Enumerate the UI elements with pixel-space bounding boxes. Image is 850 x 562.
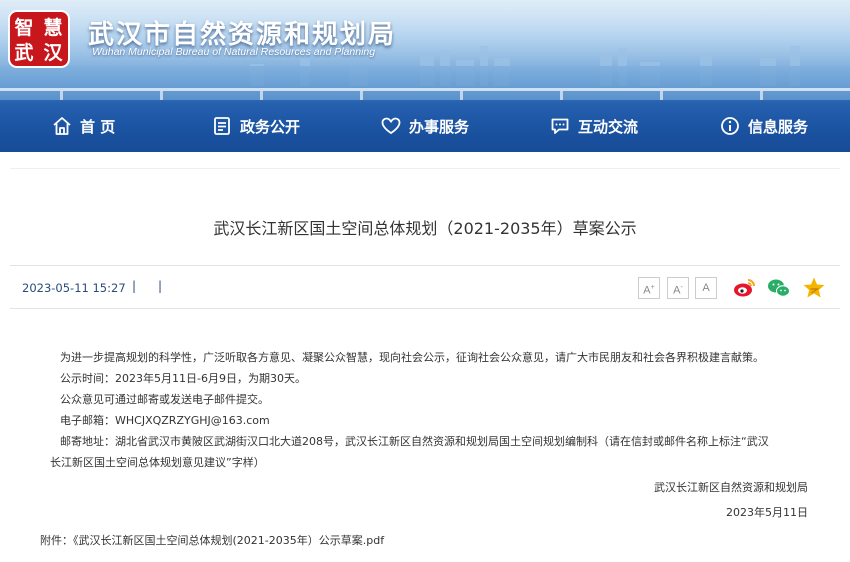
nav-label: 首 页 xyxy=(80,117,116,136)
weibo-icon[interactable] xyxy=(732,275,758,301)
home-icon xyxy=(53,117,71,135)
favorite-star-icon[interactable] xyxy=(801,275,827,301)
nav-item-home[interactable]: 首 页 xyxy=(52,100,115,152)
sign-date: 2023年5月11日 xyxy=(726,506,808,519)
font-size-reset-button[interactable]: A xyxy=(695,277,717,299)
font-size-increase-button[interactable]: A+ xyxy=(638,277,660,299)
paragraph: 公众意见可通过邮寄或发送电子邮件提交。 xyxy=(60,393,269,406)
signature: 武汉长江新区自然资源和规划局 xyxy=(654,481,808,494)
font-button-sup: + xyxy=(650,284,655,291)
article-container: 武汉长江新区国土空间总体规划（2021-2035年）草案公示 2023-05-1… xyxy=(10,168,840,562)
paragraph: 公示时间：2023年5月11日-6月9日，为期30天。 xyxy=(60,372,306,385)
font-size-decrease-button[interactable]: A- xyxy=(667,277,689,299)
article-title: 武汉长江新区国土空间总体规划（2021-2035年）草案公示 xyxy=(213,219,637,238)
meta-separator: | xyxy=(132,279,137,293)
nav-item-services[interactable]: 办事服务 xyxy=(381,100,469,152)
nav-label: 互动交流 xyxy=(578,117,639,136)
font-button-label: A xyxy=(673,284,681,297)
publish-date: 2023-05-11 15:27 xyxy=(22,281,126,295)
nav-item-info-services[interactable]: 信息服务 xyxy=(720,100,808,152)
font-button-label: A xyxy=(702,282,710,294)
paragraph: 为进一步提高规划的科学性，广泛听取各方意见、凝聚公众智慧，现向社会公示，征询社会… xyxy=(60,351,764,364)
chat-icon xyxy=(551,118,569,134)
nav-label: 政务公开 xyxy=(240,117,301,136)
attachment-link[interactable]: 附件：《武汉长江新区国土空间总体规划(2021-2035年）公示草案.pdf xyxy=(40,532,384,548)
site-subtitle: Wuhan Municipal Bureau of Natural Resour… xyxy=(92,46,376,58)
logo-char: 武 xyxy=(14,42,33,64)
heart-hands-icon xyxy=(381,117,401,135)
nav-item-government-affairs[interactable]: 政务公开 xyxy=(212,100,300,152)
logo-char: 智 xyxy=(14,16,33,39)
nav-item-interaction[interactable]: 互动交流 xyxy=(550,100,638,152)
font-button-label: A xyxy=(643,284,651,297)
meta-separator: | xyxy=(158,279,163,293)
paragraph-email: 电子邮箱：WHCJXQZRZYGHJ@163.com xyxy=(60,414,270,427)
wechat-icon[interactable] xyxy=(766,275,792,301)
logo-char: 汉 xyxy=(43,42,63,64)
font-button-sup: - xyxy=(680,284,683,291)
site-header: 智 慧 武 汉 武汉市自然资源和规划局 Wuhan Municipal Bure… xyxy=(0,0,850,152)
bridge-image xyxy=(0,88,850,100)
info-icon xyxy=(721,117,739,135)
main-nav: 首 页 政务公开 办事服务 互动交流 信息服务 xyxy=(0,100,850,152)
article-meta-bar: 2023-05-11 15:27 | | A+ A- A xyxy=(10,265,840,309)
document-icon xyxy=(214,117,230,135)
article-body: 为进一步提高规划的科学性，广泛听取各方意见、凝聚公众智慧，现向社会公示，征询社会… xyxy=(50,347,810,523)
paragraph-address-cont: 长江新区国土空间总体规划意见建议”字样） xyxy=(50,456,265,469)
zhihui-wuhan-logo[interactable]: 智 慧 武 汉 xyxy=(8,10,70,68)
nav-label: 信息服务 xyxy=(748,117,809,136)
nav-label: 办事服务 xyxy=(409,117,470,136)
paragraph-address: 邮寄地址：湖北省武汉市黄陂区武湖街汉口北大道208号，武汉长江新区自然资源和规划… xyxy=(60,435,769,448)
logo-char: 慧 xyxy=(43,16,62,39)
